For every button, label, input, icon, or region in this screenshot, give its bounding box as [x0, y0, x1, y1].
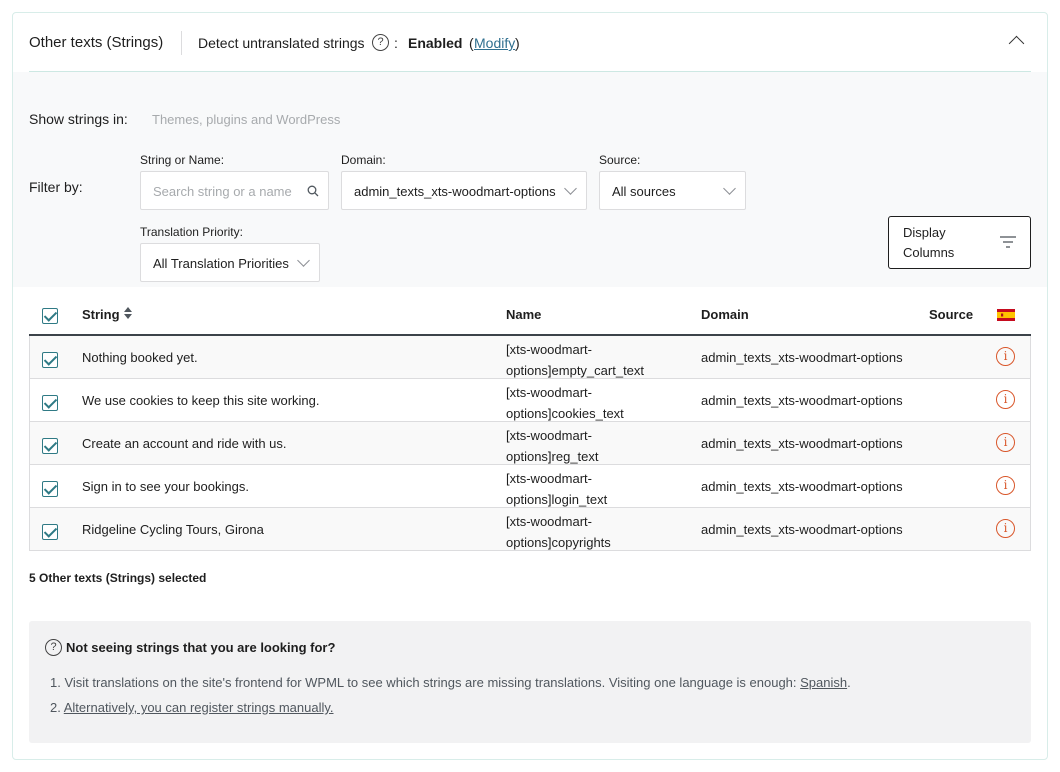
spanish-link[interactable]: Spanish: [800, 675, 847, 690]
string-or-name-label: String or Name:: [140, 153, 225, 167]
table-row: Nothing booked yet. [xts-woodmart- optio…: [30, 336, 1030, 379]
filters-area: Show strings in: Themes, plugins and Wor…: [13, 72, 1047, 287]
header-divider: [181, 31, 182, 55]
row-domain: admin_texts_xts-woodmart-options: [701, 479, 903, 494]
row-name: [xts-woodmart- options]copyrights: [506, 511, 656, 553]
row-name: [xts-woodmart- options]reg_text: [506, 425, 656, 467]
row-name-line1: [xts-woodmart-: [506, 385, 592, 400]
row-checkbox[interactable]: [42, 524, 58, 540]
question-circle-icon: ?: [45, 639, 62, 656]
info-circle-icon[interactable]: i: [996, 347, 1015, 366]
detect-untranslated-label: Detect untranslated strings: [198, 35, 365, 51]
row-string[interactable]: Nothing booked yet.: [82, 350, 198, 365]
paren-close: ): [515, 35, 520, 51]
source-label: Source:: [599, 153, 641, 167]
table-row: Ridgeline Cycling Tours, Girona [xts-woo…: [30, 508, 1030, 551]
column-header-name: Name: [506, 307, 542, 322]
filter-by-label: Filter by:: [29, 179, 83, 195]
row-name-line1: [xts-woodmart-: [506, 428, 592, 443]
help-icon[interactable]: ?: [372, 34, 389, 51]
info-circle-icon[interactable]: i: [996, 519, 1015, 538]
translation-priority-select[interactable]: All Translation Priorities: [140, 243, 320, 282]
domain-select-value: admin_texts_xts-woodmart-options: [354, 184, 556, 199]
info-circle-icon[interactable]: i: [996, 390, 1015, 409]
help-item-2-prefix: 2.: [50, 700, 64, 715]
strings-panel: Other texts (Strings) Detect untranslate…: [12, 12, 1048, 760]
row-checkbox[interactable]: [42, 438, 58, 454]
show-strings-label: Show strings in:: [29, 111, 128, 127]
row-domain: admin_texts_xts-woodmart-options: [701, 436, 903, 451]
chevron-down-icon: [564, 182, 577, 195]
help-title: Not seeing strings that you are looking …: [66, 640, 336, 655]
help-item-1: 1. Visit translations on the site's fron…: [50, 675, 851, 690]
display-columns-label-1: Display: [903, 225, 946, 240]
table-row: We use cookies to keep this site working…: [30, 379, 1030, 422]
row-string[interactable]: Create an account and ride with us.: [82, 436, 287, 451]
panel-title: Other texts (Strings): [29, 34, 164, 51]
chevron-down-icon: [297, 254, 310, 267]
search-icon: [307, 185, 319, 197]
row-checkbox[interactable]: [42, 481, 58, 497]
header-colon: :: [394, 35, 398, 51]
row-string[interactable]: Ridgeline Cycling Tours, Girona: [82, 522, 264, 537]
help-notice: ? Not seeing strings that you are lookin…: [29, 621, 1031, 743]
row-domain: admin_texts_xts-woodmart-options: [701, 393, 903, 408]
panel-header: Other texts (Strings) Detect untranslate…: [13, 13, 1047, 71]
show-strings-placeholder[interactable]: Themes, plugins and WordPress: [152, 112, 340, 127]
row-name-line2: options]copyrights: [506, 535, 611, 550]
source-select[interactable]: All sources: [599, 171, 746, 210]
domain-select[interactable]: admin_texts_xts-woodmart-options: [341, 171, 587, 210]
detect-status: Enabled: [408, 35, 463, 51]
filter-lines-icon: [1000, 236, 1016, 248]
table-row: Sign in to see your bookings. [xts-woodm…: [30, 465, 1030, 508]
help-item-1-end: .: [847, 675, 851, 690]
strings-table: String Name Domain Source Nothing booked…: [29, 296, 1031, 551]
table-row: Create an account and ride with us. [xts…: [30, 422, 1030, 465]
row-checkbox[interactable]: [42, 395, 58, 411]
row-name-line2: options]reg_text: [506, 449, 599, 464]
row-domain: admin_texts_xts-woodmart-options: [701, 522, 903, 537]
row-name-line2: options]cookies_text: [506, 406, 624, 421]
display-columns-button[interactable]: Display Columns: [888, 216, 1031, 269]
info-circle-icon[interactable]: i: [996, 476, 1015, 495]
domain-label: Domain:: [341, 153, 386, 167]
sort-arrows-icon[interactable]: [123, 306, 133, 320]
spanish-flag-icon: [997, 309, 1015, 321]
modify-link[interactable]: Modify: [474, 35, 515, 51]
display-columns-label-2: Columns: [903, 245, 955, 260]
row-name: [xts-woodmart- options]cookies_text: [506, 382, 656, 424]
priority-select-value: All Translation Priorities: [153, 256, 289, 271]
search-string-input[interactable]: Search string or a name: [140, 171, 329, 210]
row-name: [xts-woodmart- options]login_text: [506, 468, 656, 510]
chevron-down-icon: [723, 182, 736, 195]
row-name-line1: [xts-woodmart-: [506, 514, 592, 529]
column-header-string[interactable]: String: [82, 307, 120, 322]
selected-count: 5 Other texts (Strings) selected: [29, 571, 207, 585]
register-strings-link[interactable]: Alternatively, you can register strings …: [64, 700, 334, 715]
select-all-checkbox[interactable]: [42, 308, 58, 324]
source-select-value: All sources: [612, 184, 676, 199]
info-circle-icon[interactable]: i: [996, 433, 1015, 452]
translation-priority-label: Translation Priority:: [140, 225, 243, 239]
row-domain: admin_texts_xts-woodmart-options: [701, 350, 903, 365]
row-string[interactable]: Sign in to see your bookings.: [82, 479, 249, 494]
row-name-line1: [xts-woodmart-: [506, 342, 592, 357]
column-header-source: Source: [929, 307, 974, 322]
help-item-1-text: 1. Visit translations on the site's fron…: [50, 675, 801, 690]
row-string[interactable]: We use cookies to keep this site working…: [82, 393, 320, 408]
search-placeholder: Search string or a name: [153, 184, 292, 199]
row-name-line1: [xts-woodmart-: [506, 471, 592, 486]
table-header: String Name Domain Source: [29, 296, 1031, 336]
row-name-line2: options]login_text: [506, 492, 608, 507]
table-body: Nothing booked yet. [xts-woodmart- optio…: [29, 336, 1031, 551]
row-name: [xts-woodmart- options]empty_cart_text: [506, 339, 656, 381]
row-name-line2: options]empty_cart_text: [506, 363, 645, 378]
row-checkbox[interactable]: [42, 352, 58, 368]
column-header-domain: Domain: [701, 307, 749, 322]
paren-open: (: [469, 35, 474, 51]
collapse-chevron-up-icon[interactable]: [1008, 35, 1025, 52]
help-item-2: 2. Alternatively, you can register strin…: [50, 700, 334, 715]
